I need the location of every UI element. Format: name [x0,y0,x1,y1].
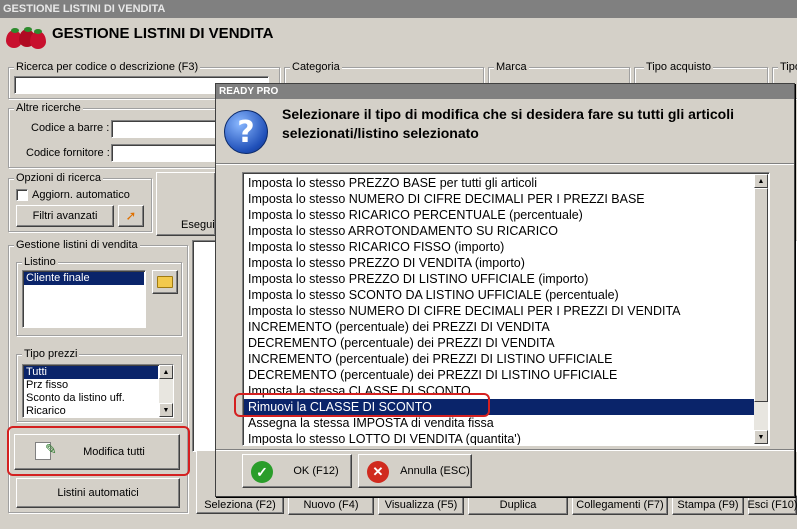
options-scrollbar[interactable]: ▲ ▼ [754,174,768,444]
strawberry-logo-icon [6,27,46,49]
esegui-button[interactable]: Esegui [156,172,216,236]
categoria-label: Categoria [290,61,342,73]
collegamenti-button[interactable]: Collegamenti (F7) [572,495,668,515]
esci-button[interactable]: Esci (F10) [747,495,797,515]
folder-icon [157,276,173,288]
modify-option[interactable]: Imposta lo stesso PREZZO DI VENDITA (imp… [244,255,754,271]
filter-arrow-icon: ➚ [125,208,137,223]
modify-option[interactable]: Assegna la stessa IMPOSTA di vendita fis… [244,415,754,431]
visualizza-button[interactable]: Visualizza (F5) [378,495,464,515]
ok-label: OK (F12) [293,465,339,477]
modify-option[interactable]: INCREMENTO (percentuale) dei PREZZI DI L… [244,351,754,367]
filter-arrow-button[interactable]: ➚ [118,205,144,227]
tipo-prezzi-item[interactable]: Sconto da listino uff. [24,392,158,405]
gestione-label: Gestione listini di vendita [14,239,140,251]
modify-option[interactable]: Imposta lo stesso LOTTO DI VENDITA (quan… [244,431,754,445]
modify-option[interactable]: Imposta lo stesso SCONTO DA LISTINO UFFI… [244,287,754,303]
dialog-title: READY PRO [216,84,794,99]
altre-ricerche-label: Altre ricerche [14,102,83,114]
scroll-down-icon[interactable]: ▼ [754,430,768,444]
auto-update-label: Aggiorn. automatico [32,189,130,201]
modifica-tutti-label: Modifica tutti [83,446,145,458]
scroll-up-icon[interactable]: ▲ [754,174,768,188]
selected-option-highlight [234,393,490,417]
tipo-prezzi-item[interactable]: Tutti [24,366,158,379]
modify-option[interactable]: Imposta lo stesso RICARICO PERCENTUALE (… [244,207,754,223]
nuovo-button[interactable]: Nuovo (F4) [288,495,374,515]
modify-option[interactable]: DECREMENTO (percentuale) dei PREZZI DI L… [244,367,754,383]
modify-option[interactable]: Imposta lo stesso ARROTONDAMENTO SU RICA… [244,223,754,239]
modify-option[interactable]: INCREMENTO (percentuale) dei PREZZI DI V… [244,319,754,335]
stampa-button[interactable]: Stampa (F9) [672,495,744,515]
esegui-label: Esegui [181,219,215,231]
page-title: GESTIONE LISTINI DI VENDITA [52,25,274,42]
listino-list[interactable]: Cliente finale [22,270,146,328]
check-icon: ✓ [251,461,273,483]
cancel-label: Annulla (ESC) [400,465,470,477]
search-group-label: Ricerca per codice o descrizione (F3) [14,61,201,73]
modify-option[interactable]: Imposta lo stesso NUMERO DI CIFRE DECIMA… [244,303,754,319]
tipo-acquisto-label: Tipo acquisto [644,61,714,73]
modify-dialog: READY PRO ? Selezionare il tipo di modif… [215,83,795,497]
cancel-icon: ✕ [367,461,389,483]
dialog-bottom-separator [216,449,794,451]
dialog-message: Selezionare il tipo di modifica che si d… [282,106,734,141]
tipo-prezzi-item[interactable]: Prz fisso [24,379,158,392]
modify-option[interactable]: DECREMENTO (percentuale) dei PREZZI DI V… [244,335,754,351]
tipo-prezzi-item[interactable]: Ricarico [24,405,158,418]
listino-label: Listino [22,256,58,268]
scroll-thumb[interactable] [754,188,768,402]
tipo-label: Tipo [778,61,797,73]
tipo-prezzi-label: Tipo prezzi [22,348,80,360]
modify-option[interactable]: Imposta lo stesso PREZZO BASE per tutti … [244,175,754,191]
modify-option[interactable]: Imposta lo stesso PREZZO DI LISTINO UFFI… [244,271,754,287]
filtri-avanzati-button[interactable]: Filtri avanzati [16,205,114,227]
barcode-label: Codice a barre : [31,122,110,134]
ok-button[interactable]: ✓ OK (F12) [242,454,352,488]
tipo-prezzi-list[interactable]: Tutti Prz fisso Sconto da listino uff. R… [22,364,174,418]
fornitore-label: Codice fornitore : [26,147,110,159]
modify-option[interactable]: Imposta lo stesso NUMERO DI CIFRE DECIMA… [244,191,754,207]
tipo-prezzi-scrollbar[interactable]: ▲ ▼ [159,365,173,417]
listini-automatici-button[interactable]: Listini automatici [16,478,180,508]
marca-label: Marca [494,61,529,73]
scroll-down-icon[interactable]: ▼ [159,403,173,417]
folder-button[interactable] [152,270,178,294]
modify-option[interactable]: Imposta lo stesso RICARICO FISSO (import… [244,239,754,255]
auto-update-checkbox[interactable] [16,189,28,201]
modifica-tutti-button[interactable]: ✎ Modifica tutti [14,434,180,470]
dialog-separator [216,163,794,165]
question-icon: ? [224,110,268,154]
listino-item[interactable]: Cliente finale [24,272,144,285]
window-title-bar: GESTIONE LISTINI DI VENDITA [0,0,797,18]
pencil-icon: ✎ [45,441,57,457]
opzioni-label: Opzioni di ricerca [14,172,103,184]
duplica-button[interactable]: Duplica [468,495,568,515]
scroll-up-icon[interactable]: ▲ [159,365,173,379]
cancel-button[interactable]: ✕ Annulla (ESC) [358,454,472,488]
